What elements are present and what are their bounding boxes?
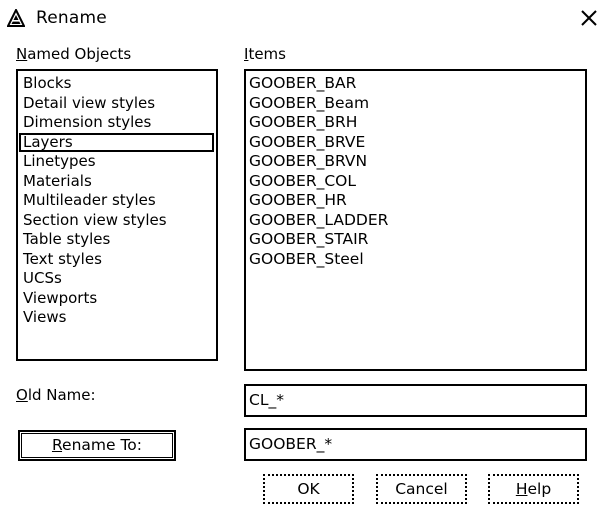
named-objects-label-accel: N — [16, 45, 28, 63]
ok-button[interactable]: OK — [263, 474, 354, 504]
old-name-field[interactable]: CL_* — [244, 384, 587, 417]
old-name-label-accel: O — [16, 386, 28, 404]
named-objects-label-rest: amed Objects — [27, 45, 132, 63]
items-list-item[interactable]: GOOBER_Steel — [246, 250, 585, 270]
named-object-item-selected[interactable]: Layers — [19, 132, 214, 152]
items-list-item[interactable]: GOOBER_HR — [246, 191, 585, 211]
items-list-item[interactable]: GOOBER_BRVE — [246, 133, 585, 153]
items-list-item[interactable]: GOOBER_STAIR — [246, 230, 585, 250]
items-label-rest: tems — [248, 45, 286, 63]
items-list-item[interactable]: GOOBER_Beam — [246, 94, 585, 114]
cancel-button[interactable]: Cancel — [376, 474, 467, 504]
named-object-item[interactable]: Section view styles — [18, 211, 216, 231]
rename-to-button[interactable]: Rename To: — [18, 430, 176, 461]
window-title: Rename — [36, 8, 107, 28]
help-label-rest: elp — [527, 480, 552, 498]
items-list-item[interactable]: GOOBER_BRVN — [246, 152, 585, 172]
autocad-triangle-icon — [7, 9, 25, 27]
named-object-item[interactable]: Materials — [18, 172, 216, 192]
named-object-item[interactable]: Blocks — [18, 74, 216, 94]
items-list-item[interactable]: GOOBER_BRH — [246, 113, 585, 133]
named-object-item[interactable]: Viewports — [18, 289, 216, 309]
rename-to-label-rest: ename To: — [62, 436, 143, 454]
rename-to-label-accel: R — [51, 436, 63, 454]
items-list-item[interactable]: GOOBER_LADDER — [246, 211, 585, 231]
items-label: Items — [244, 45, 286, 63]
items-listbox[interactable]: GOOBER_BAR GOOBER_Beam GOOBER_BRH GOOBER… — [244, 69, 587, 371]
named-objects-listbox[interactable]: Blocks Detail view styles Dimension styl… — [16, 69, 218, 361]
close-icon[interactable] — [578, 7, 600, 29]
items-list-item[interactable]: GOOBER_BAR — [246, 74, 585, 94]
named-object-item[interactable]: Dimension styles — [18, 113, 216, 133]
named-object-item[interactable]: Views — [18, 308, 216, 328]
rename-to-field[interactable]: GOOBER_* — [244, 428, 587, 461]
items-list-item[interactable]: GOOBER_COL — [246, 172, 585, 192]
old-name-label-rest: ld Name: — [27, 386, 96, 404]
named-object-item[interactable]: Multileader styles — [18, 191, 216, 211]
named-objects-label: Named Objects — [16, 45, 131, 63]
named-object-item[interactable]: Text styles — [18, 250, 216, 270]
old-name-label: Old Name: — [16, 386, 96, 404]
named-object-item[interactable]: Detail view styles — [18, 94, 216, 114]
named-object-item[interactable]: Table styles — [18, 230, 216, 250]
named-object-item[interactable]: Linetypes — [18, 152, 216, 172]
help-button[interactable]: Help — [488, 474, 579, 504]
help-label-accel: H — [515, 480, 528, 498]
named-object-item[interactable]: UCSs — [18, 269, 216, 289]
